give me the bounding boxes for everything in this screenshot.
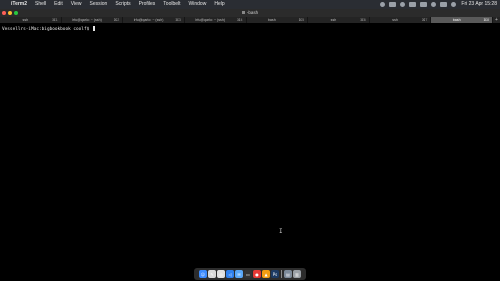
menu-toolbelt[interactable]: Toolbelt <box>159 0 184 9</box>
menu-shell[interactable]: Shell <box>31 0 50 9</box>
prompt-text: Vessellrs-iMac:bigbookbook coolf$ <box>2 27 90 32</box>
menu-bar: iTerm2 Shell Edit View Session Scripts P… <box>0 0 500 9</box>
settings-icon[interactable] <box>400 2 406 7</box>
status-area: Fri 23 Apr 15:28 <box>378 0 500 9</box>
menu-window[interactable]: Window <box>185 0 211 9</box>
search-icon[interactable] <box>431 2 437 7</box>
window-title-text: -bash <box>246 10 259 15</box>
dock-notes-icon[interactable]: ✎ <box>208 270 216 278</box>
screen-record-icon[interactable] <box>389 2 397 7</box>
dock-separator <box>281 270 282 278</box>
dock-vscode-icon[interactable]: ◁ <box>226 270 234 278</box>
dock: ☺ ✎ ◎ ◁ ✉ ▭ ● ▲ Ps ▤ ▥ <box>194 268 306 280</box>
dock-trash-icon[interactable]: ▥ <box>293 270 301 278</box>
window-title: -bash <box>0 9 500 17</box>
dock-photoshop-icon[interactable]: Ps <box>271 270 279 278</box>
terminal-area[interactable]: Vessellrs-iMac:bigbookbook coolf$ I <box>0 23 500 268</box>
dock-record-icon[interactable]: ● <box>253 270 261 278</box>
menu-help[interactable]: Help <box>210 0 228 9</box>
control-center-icon[interactable] <box>440 2 448 7</box>
prompt-line: Vessellrs-iMac:bigbookbook coolf$ <box>2 26 96 32</box>
window-titlebar[interactable]: -bash <box>0 9 500 17</box>
sync-icon[interactable] <box>380 2 386 7</box>
dock-chrome-icon[interactable]: ◎ <box>217 270 225 278</box>
wifi-icon[interactable] <box>409 2 417 7</box>
siri-icon[interactable] <box>451 2 457 7</box>
terminal-icon <box>241 11 245 15</box>
battery-icon[interactable] <box>420 2 428 7</box>
terminal-cursor <box>92 26 96 31</box>
dock-terminal-icon[interactable]: ▭ <box>244 270 252 278</box>
dock-vlc-icon[interactable]: ▲ <box>262 270 270 278</box>
app-menu-iterm2[interactable]: iTerm2 <box>9 0 31 9</box>
ibeam-cursor-icon: I <box>279 228 283 235</box>
menu-scripts[interactable]: Scripts <box>111 0 134 9</box>
menu-view[interactable]: View <box>67 0 86 9</box>
menu-clock[interactable]: Fri 23 Apr 15:28 <box>458 0 500 9</box>
menu-edit[interactable]: Edit <box>50 0 67 9</box>
dock-finder-icon[interactable]: ☺ <box>199 270 207 278</box>
dock-documents-icon[interactable]: ▤ <box>284 270 292 278</box>
menu-profiles[interactable]: Profiles <box>135 0 160 9</box>
menu-session[interactable]: Session <box>86 0 112 9</box>
dock-mail-icon[interactable]: ✉ <box>235 270 243 278</box>
